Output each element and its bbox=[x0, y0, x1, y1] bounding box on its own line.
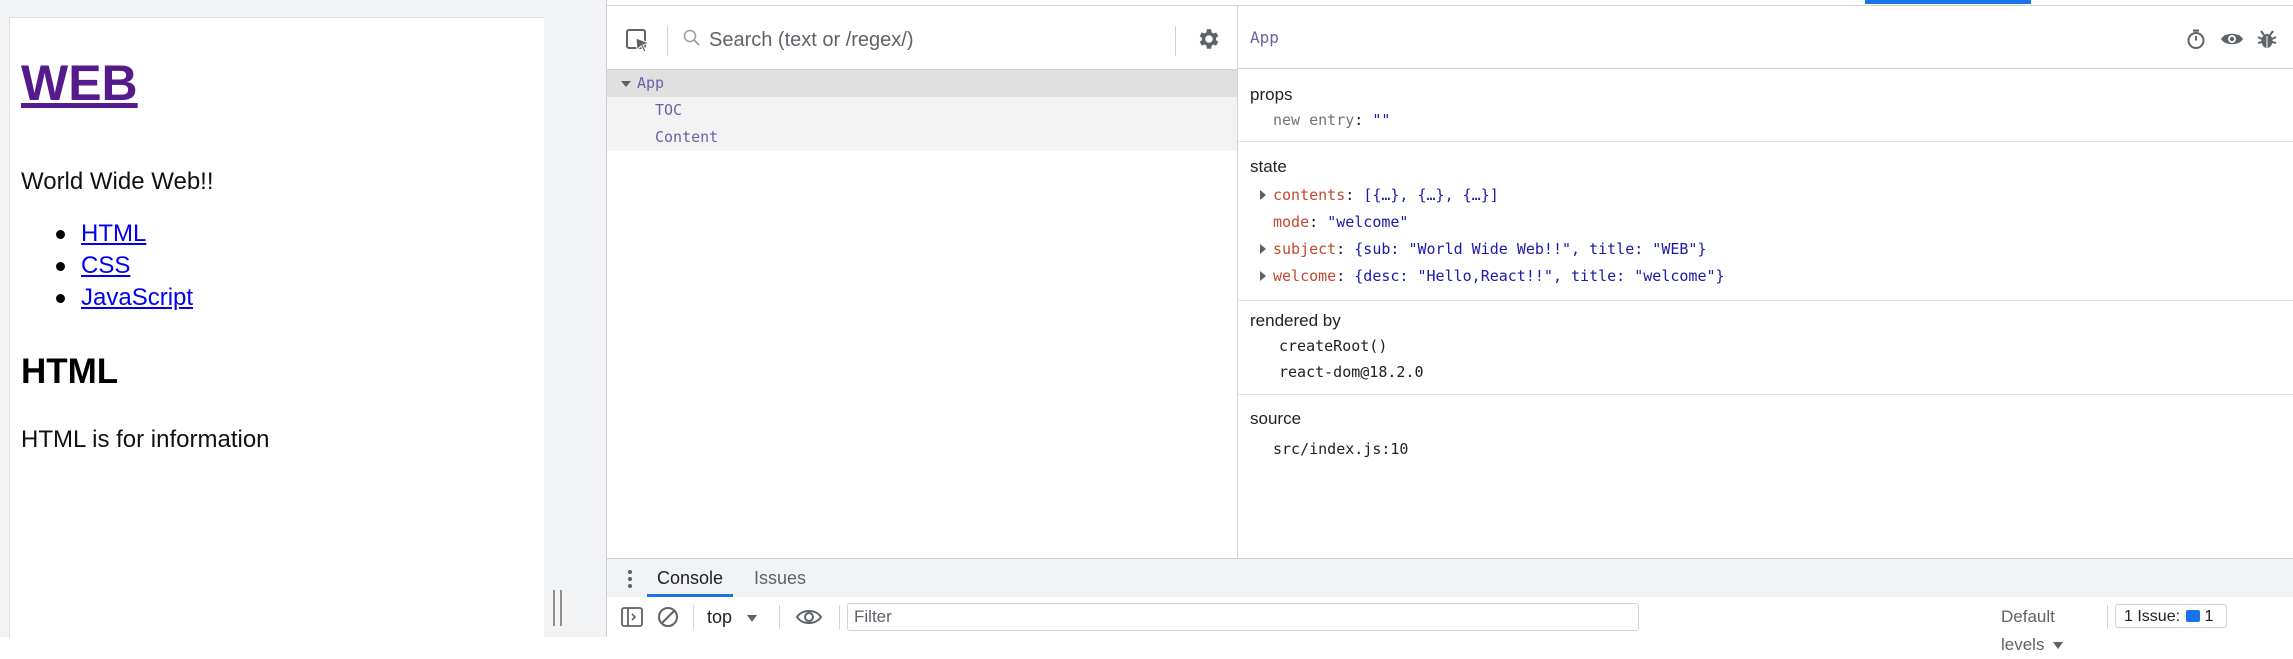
toc-item: CSS bbox=[55, 250, 193, 282]
issues-label: 1 Issue: bbox=[2124, 608, 2181, 625]
state-value: [{…}, {…}, {…}] bbox=[1363, 186, 1499, 204]
state-row[interactable]: subject: {sub: "World Wide Web!!", title… bbox=[1260, 240, 1707, 258]
issues-counter-button[interactable]: 1 Issue: 1 bbox=[2115, 604, 2227, 628]
toc-item: JavaScript bbox=[55, 282, 193, 314]
page-subtitle: World Wide Web!! bbox=[21, 168, 214, 195]
state-value[interactable]: "welcome" bbox=[1327, 213, 1408, 231]
tree-node-label: TOC bbox=[655, 101, 683, 119]
tree-node-label: Content bbox=[655, 128, 719, 146]
state-key: mode bbox=[1273, 213, 1310, 231]
eye-icon[interactable] bbox=[2220, 28, 2244, 50]
rendered-by-section: rendered by createRoot() react-dom@18.2.… bbox=[1238, 301, 2293, 395]
toc-link-css[interactable]: CSS bbox=[81, 252, 130, 279]
devtools-panel: App TOC Content App bbox=[606, 0, 2293, 654]
tree-node-label: App bbox=[637, 74, 665, 92]
page-viewport: WEB World Wide Web!! HTML CSS JavaScript… bbox=[0, 0, 606, 638]
context-selector[interactable]: top bbox=[707, 603, 767, 631]
toc-item: HTML bbox=[55, 218, 193, 250]
console-toolbar: top Default levels 1 Issue: 1 bbox=[607, 597, 2293, 654]
state-key: welcome bbox=[1273, 267, 1337, 285]
more-vertical-icon[interactable] bbox=[627, 569, 633, 589]
tree-node-toc[interactable]: TOC bbox=[607, 97, 1237, 124]
search-input[interactable] bbox=[707, 24, 1171, 56]
chevron-down-icon bbox=[747, 614, 758, 622]
sidebar-toggle-icon[interactable] bbox=[621, 607, 643, 627]
caret-right-icon[interactable] bbox=[1260, 271, 1266, 281]
prop-key: new entry bbox=[1273, 111, 1355, 129]
caret-right-icon[interactable] bbox=[1260, 244, 1266, 254]
console-filter-input[interactable] bbox=[847, 603, 1639, 631]
search-icon bbox=[683, 29, 700, 46]
drawer-tab-bar: Console Issues bbox=[607, 558, 2293, 598]
prop-value[interactable]: "" bbox=[1372, 111, 1390, 129]
section-title: rendered by bbox=[1250, 311, 1341, 330]
context-value: top bbox=[707, 607, 733, 627]
gear-icon[interactable] bbox=[1195, 26, 1221, 52]
page-title-link[interactable]: WEB bbox=[21, 54, 138, 112]
props-section: props new entry: "" bbox=[1238, 69, 2293, 142]
tab-console[interactable]: Console bbox=[647, 559, 733, 597]
component-tree: App TOC Content bbox=[607, 70, 1237, 558]
stopwatch-icon[interactable] bbox=[2185, 28, 2207, 50]
renderer-item: react-dom@18.2.0 bbox=[1279, 363, 1424, 381]
content-heading: HTML bbox=[21, 352, 119, 391]
state-row[interactable]: contents: [{…}, {…}, {…}] bbox=[1260, 186, 1499, 204]
divider bbox=[779, 605, 780, 629]
state-value: {desc: "Hello,React!!", title: "welcome"… bbox=[1354, 267, 1725, 285]
content-description: HTML is for information bbox=[21, 426, 270, 453]
chevron-down-icon bbox=[2053, 642, 2064, 650]
page-content: WEB World Wide Web!! HTML CSS JavaScript… bbox=[9, 17, 544, 638]
toc-link-javascript[interactable]: JavaScript bbox=[81, 284, 193, 311]
select-element-icon[interactable] bbox=[625, 28, 651, 54]
tab-issues[interactable]: Issues bbox=[745, 559, 815, 597]
clear-console-icon[interactable] bbox=[657, 606, 679, 628]
issues-count: 1 bbox=[2204, 608, 2214, 625]
active-tab-indicator bbox=[1865, 0, 2031, 4]
divider bbox=[2107, 605, 2108, 629]
state-row[interactable]: mode: "welcome" bbox=[1273, 213, 1408, 231]
inspector-header: App bbox=[1238, 6, 2293, 69]
caret-right-icon[interactable] bbox=[1260, 190, 1266, 200]
state-key: subject bbox=[1273, 240, 1337, 258]
caret-down-icon[interactable] bbox=[621, 81, 631, 87]
tree-node-content[interactable]: Content bbox=[607, 124, 1237, 151]
toc-list: HTML CSS JavaScript bbox=[21, 218, 193, 314]
log-levels-dropdown[interactable]: Default levels bbox=[2001, 603, 2101, 654]
section-title: props bbox=[1250, 85, 1293, 104]
source-link[interactable]: src/index.js:10 bbox=[1273, 440, 1408, 458]
message-icon bbox=[2186, 609, 2201, 622]
section-title: state bbox=[1250, 157, 1287, 176]
divider bbox=[693, 605, 694, 629]
prop-row[interactable]: new entry: "" bbox=[1273, 111, 1390, 129]
log-levels-label: Default levels bbox=[2001, 607, 2055, 654]
state-row[interactable]: welcome: {desc: "Hello,React!!", title: … bbox=[1260, 267, 1725, 285]
section-title: source bbox=[1250, 409, 1302, 428]
renderer-item[interactable]: createRoot() bbox=[1279, 337, 1387, 355]
divider bbox=[667, 26, 668, 56]
props-inspector: App props new entry: "" state contents: … bbox=[1238, 6, 2293, 558]
state-section: state contents: [{…}, {…}, {…}] mode: "w… bbox=[1238, 142, 2293, 301]
state-value: {sub: "World Wide Web!!", title: "WEB"} bbox=[1354, 240, 1707, 258]
divider bbox=[839, 605, 840, 629]
toc-link-html[interactable]: HTML bbox=[81, 220, 146, 247]
eye-icon[interactable] bbox=[795, 606, 823, 628]
resize-handle[interactable] bbox=[553, 590, 562, 626]
component-search-toolbar bbox=[607, 6, 1237, 70]
source-section: source src/index.js:10 bbox=[1238, 395, 2293, 465]
selected-component-name: App bbox=[1250, 28, 1279, 47]
tree-node-app[interactable]: App bbox=[607, 70, 1237, 97]
state-key: contents bbox=[1273, 186, 1346, 204]
bug-icon[interactable] bbox=[2256, 28, 2278, 50]
divider bbox=[1175, 26, 1176, 56]
